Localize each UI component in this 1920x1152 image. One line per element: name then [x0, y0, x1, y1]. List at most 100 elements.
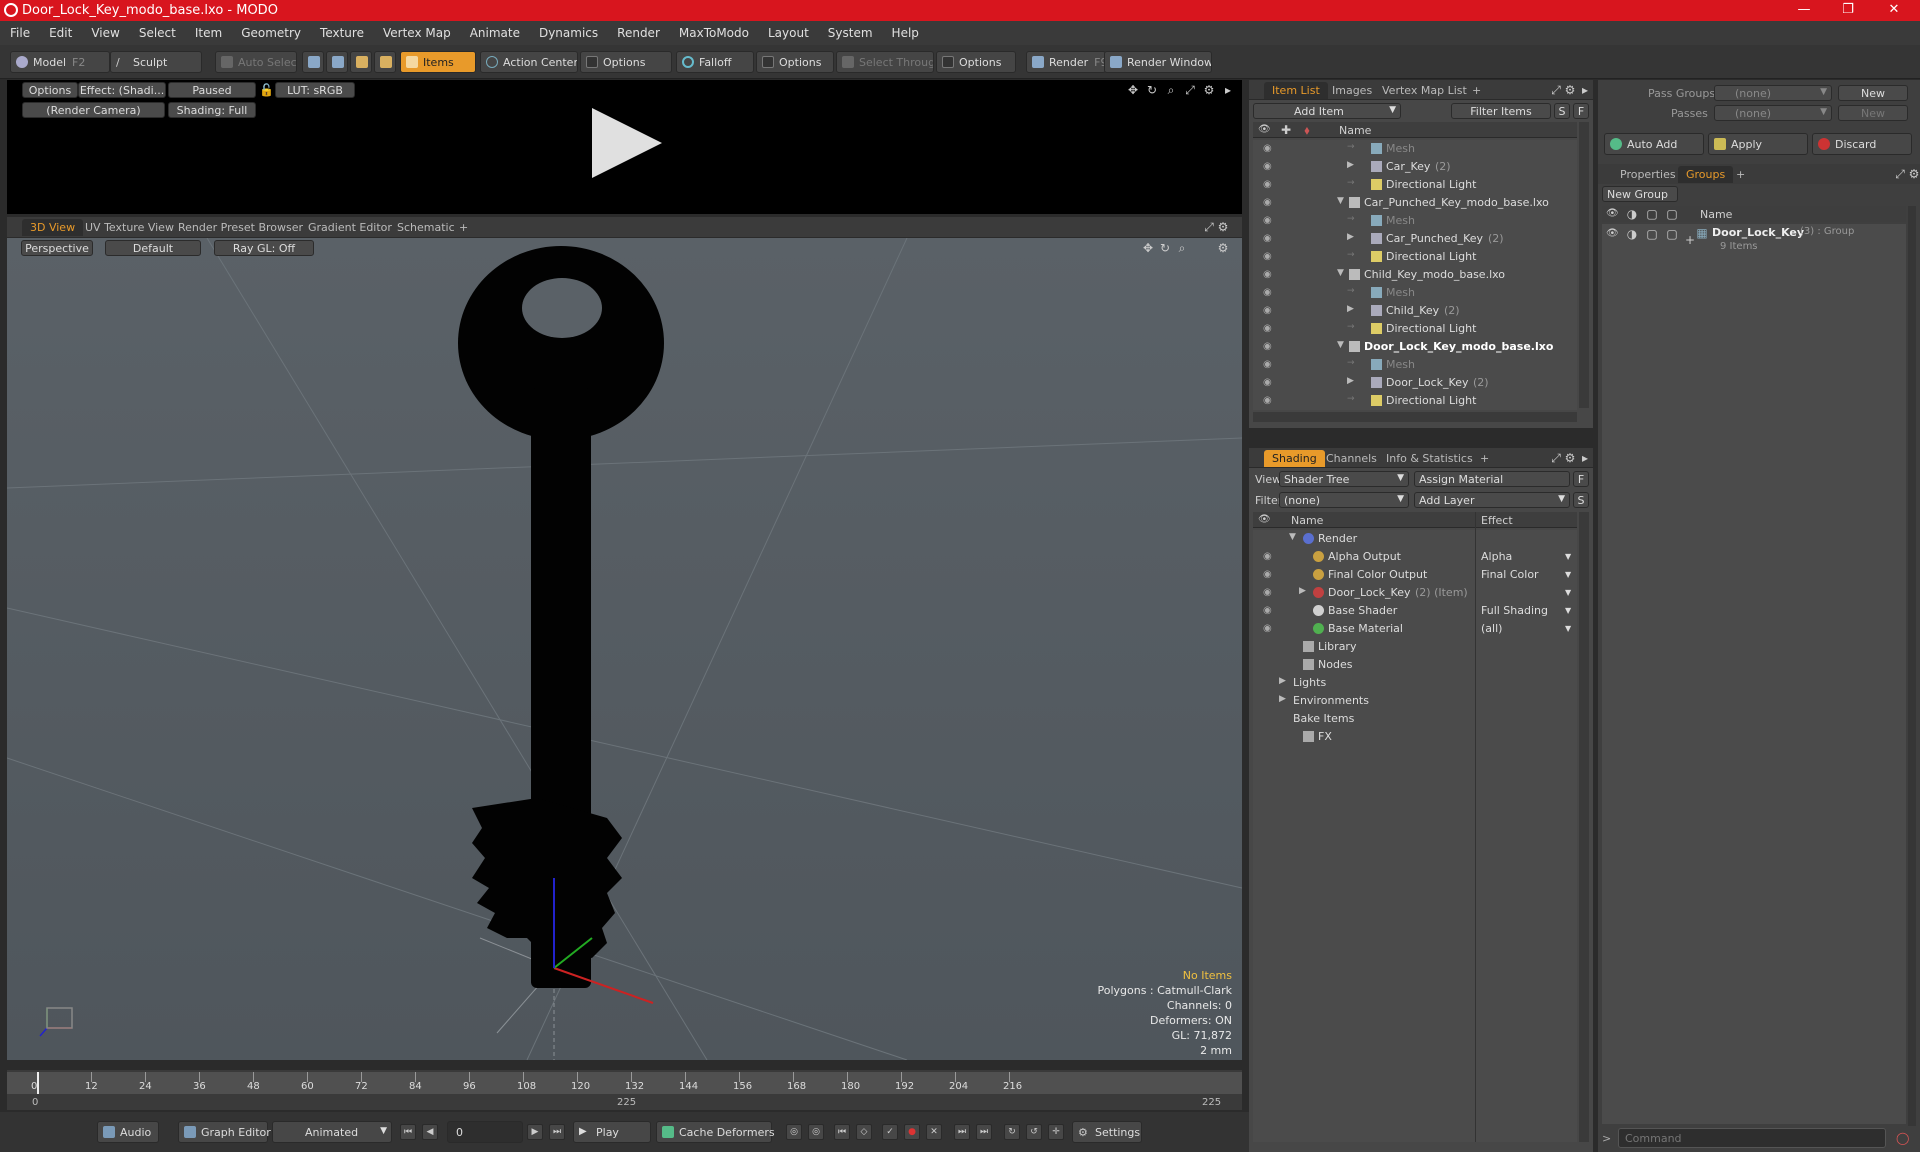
menu-help[interactable]: Help	[882, 21, 928, 40]
render-window-button[interactable]: Render Window	[1104, 51, 1212, 73]
preview-options-button[interactable]: Options	[22, 82, 78, 98]
command-input[interactable]	[1618, 1128, 1886, 1148]
previous-key-icon[interactable]: ◀	[422, 1124, 438, 1140]
visibility-eye-icon[interactable]: ◉	[1263, 161, 1275, 173]
visibility-eye-icon[interactable]: ◉	[1263, 179, 1275, 191]
item-list-row[interactable]: ◉ → Mesh	[1253, 284, 1577, 302]
refresh-icon[interactable]: ↺	[1026, 1124, 1042, 1140]
shader-tree-row[interactable]: ▶ Lights	[1253, 674, 1577, 692]
group-eye-icon[interactable]: 👁	[1606, 228, 1619, 240]
key-icon[interactable]: ◎	[786, 1124, 802, 1140]
item-list-scrollbar[interactable]	[1579, 122, 1589, 408]
shading-f-button[interactable]: F	[1573, 471, 1589, 487]
add-panel-tab-icon[interactable]: +	[1464, 82, 1489, 99]
next-key-icon[interactable]: ⏭	[954, 1124, 970, 1140]
default-style-dropdown[interactable]: Default	[105, 240, 201, 256]
graph-editor-button[interactable]: Graph Editor	[178, 1121, 271, 1143]
play-button[interactable]: ▶ Play	[573, 1121, 651, 1143]
shader-tree-row[interactable]: ◉ Base Material (all) ▼	[1253, 620, 1577, 638]
item-list-row[interactable]: ◉ ▼ Child_Key_modo_base.lxo	[1253, 266, 1577, 284]
3d-viewport[interactable]: Perspective Default Ray GL: Off ✥ ↻ ⌕ ⚙ …	[7, 238, 1242, 1060]
collapse-arrow-icon[interactable]: ▼	[1337, 196, 1344, 206]
apply-button[interactable]: Apply	[1708, 133, 1808, 155]
item-list-hscrollbar[interactable]	[1253, 412, 1577, 422]
visibility-eye-icon[interactable]: ◉	[1263, 323, 1275, 335]
panel-menu-icon[interactable]: ▸	[1579, 84, 1591, 96]
select-through-options-button[interactable]: Options	[936, 51, 1016, 73]
shading-menu-icon[interactable]: ▸	[1579, 452, 1591, 464]
panel-gear-icon[interactable]: ⚙	[1564, 84, 1576, 96]
item-list-row[interactable]: ◉ ▶ Child_Key (2)	[1253, 302, 1577, 320]
tab-3d-view[interactable]: 3D View	[22, 219, 84, 236]
item-list-row[interactable]: ◉ → Directional Light	[1253, 320, 1577, 338]
item-list-row[interactable]: ◉ ▼ Car_Punched_Key_modo_base.lxo	[1253, 194, 1577, 212]
new-pass-group-button[interactable]: New	[1838, 85, 1908, 101]
item-list-row[interactable]: ◉ → Mesh	[1253, 140, 1577, 158]
visibility-eye-icon[interactable]: ◉	[1263, 143, 1275, 155]
settings-button[interactable]: ⚙ Settings	[1072, 1121, 1142, 1143]
materials-mode-button[interactable]	[374, 51, 396, 73]
effect-dropdown-arrow-icon[interactable]: ▼	[1565, 606, 1571, 615]
menu-select[interactable]: Select	[129, 21, 185, 40]
frame-input[interactable]: 0	[447, 1121, 523, 1143]
go-to-start-icon[interactable]: ⏮	[400, 1124, 416, 1140]
menu-render[interactable]: Render	[607, 21, 669, 40]
cache-deformers-button[interactable]: Cache Deformers	[656, 1121, 775, 1143]
menu-edit[interactable]: Edit	[39, 21, 81, 40]
viewport-zoom-icon[interactable]: ⌕	[1176, 242, 1188, 254]
passes-dropdown[interactable]: (none) ▼	[1714, 105, 1832, 121]
tab-images[interactable]: Images	[1324, 82, 1380, 99]
select-through-button[interactable]: Select Through	[836, 51, 934, 73]
menu-view[interactable]: View	[81, 21, 128, 40]
maximize-button[interactable]: ❐	[1828, 2, 1868, 17]
move-view-icon[interactable]: ✥	[1127, 84, 1139, 96]
tab-render-preset-browser[interactable]: Render Preset Browser	[170, 219, 311, 236]
item-list-row[interactable]: ◉ → Directional Light	[1253, 176, 1577, 194]
rotate-view-icon[interactable]: ↻	[1146, 84, 1158, 96]
shading-s-button[interactable]: S	[1573, 492, 1589, 508]
tab-channels[interactable]: Channels	[1318, 450, 1385, 467]
menu-maxtomodo[interactable]: MaxToModo	[669, 21, 758, 40]
effect-dropdown[interactable]: (all)	[1481, 622, 1502, 635]
shader-tree-row[interactable]: Nodes	[1253, 656, 1577, 674]
effect-dropdown-arrow-icon[interactable]: ▼	[1565, 552, 1571, 561]
effect-dropdown[interactable]: Final Color	[1481, 568, 1539, 581]
menu-dynamics[interactable]: Dynamics	[529, 21, 607, 40]
sculpt-mode-button[interactable]: / Sculpt	[110, 51, 202, 73]
menu-geometry[interactable]: Geometry	[231, 21, 310, 40]
group-expand-icon[interactable]: +	[1684, 234, 1696, 246]
group-render-icon[interactable]: ◑	[1626, 228, 1638, 240]
visibility-eye-icon[interactable]: ◉	[1263, 377, 1275, 389]
minimize-button[interactable]: —	[1784, 2, 1824, 17]
menu-animate[interactable]: Animate	[460, 21, 529, 40]
shading-gear-icon[interactable]: ⚙	[1564, 452, 1576, 464]
shader-tree-row[interactable]: Library	[1253, 638, 1577, 656]
item-list-row[interactable]: ◉ ▶ Car_Key (2)	[1253, 158, 1577, 176]
viewport-move-icon[interactable]: ✥	[1142, 242, 1154, 254]
expand-arrow-icon[interactable]: ▶	[1347, 304, 1354, 314]
group-row-door-lock-key[interactable]: 👁 ◑ ▢ ▢ + ▦ Door_Lock_Key (3) : Group 9 …	[1602, 224, 1906, 258]
lut-dropdown[interactable]: LUT: sRGB	[275, 82, 355, 98]
visibility-eye-icon[interactable]: ◉	[1263, 569, 1275, 581]
add-groups-tab-icon[interactable]: +	[1728, 166, 1753, 183]
expand-arrow-icon[interactable]: ▶	[1299, 586, 1306, 596]
expand-arrow-icon[interactable]: ▶	[1347, 160, 1354, 170]
item-list-row[interactable]: ◉ ▶ Door_Lock_Key (2)	[1253, 374, 1577, 392]
edges-mode-button[interactable]	[326, 51, 348, 73]
item-list-row[interactable]: ◉ ▶ Car_Punched_Key (2)	[1253, 230, 1577, 248]
expand-arrow-icon[interactable]: ▶	[1347, 376, 1354, 386]
add-tab-icon[interactable]: +	[451, 219, 476, 236]
shading-dropdown[interactable]: Shading: Full	[168, 102, 256, 118]
viewport-rotate-icon[interactable]: ↻	[1159, 242, 1171, 254]
perspective-dropdown[interactable]: Perspective	[21, 240, 93, 256]
groups-scrollbar[interactable]	[1908, 206, 1916, 1126]
auto-select-button[interactable]: Auto Select	[215, 51, 297, 73]
model-mode-button[interactable]: Model F2	[10, 51, 110, 73]
last-key-icon[interactable]: ⏭	[976, 1124, 992, 1140]
items-mode-button[interactable]: Items	[400, 51, 476, 73]
next-frame-icon[interactable]: ▶	[527, 1124, 543, 1140]
auto-add-button[interactable]: Auto Add	[1604, 133, 1704, 155]
preview-paused-button[interactable]: Paused	[168, 82, 256, 98]
tab-uv-texture-view[interactable]: UV Texture View	[77, 219, 182, 236]
shader-tree-row[interactable]: ◉ Final Color Output Final Color ▼	[1253, 566, 1577, 584]
